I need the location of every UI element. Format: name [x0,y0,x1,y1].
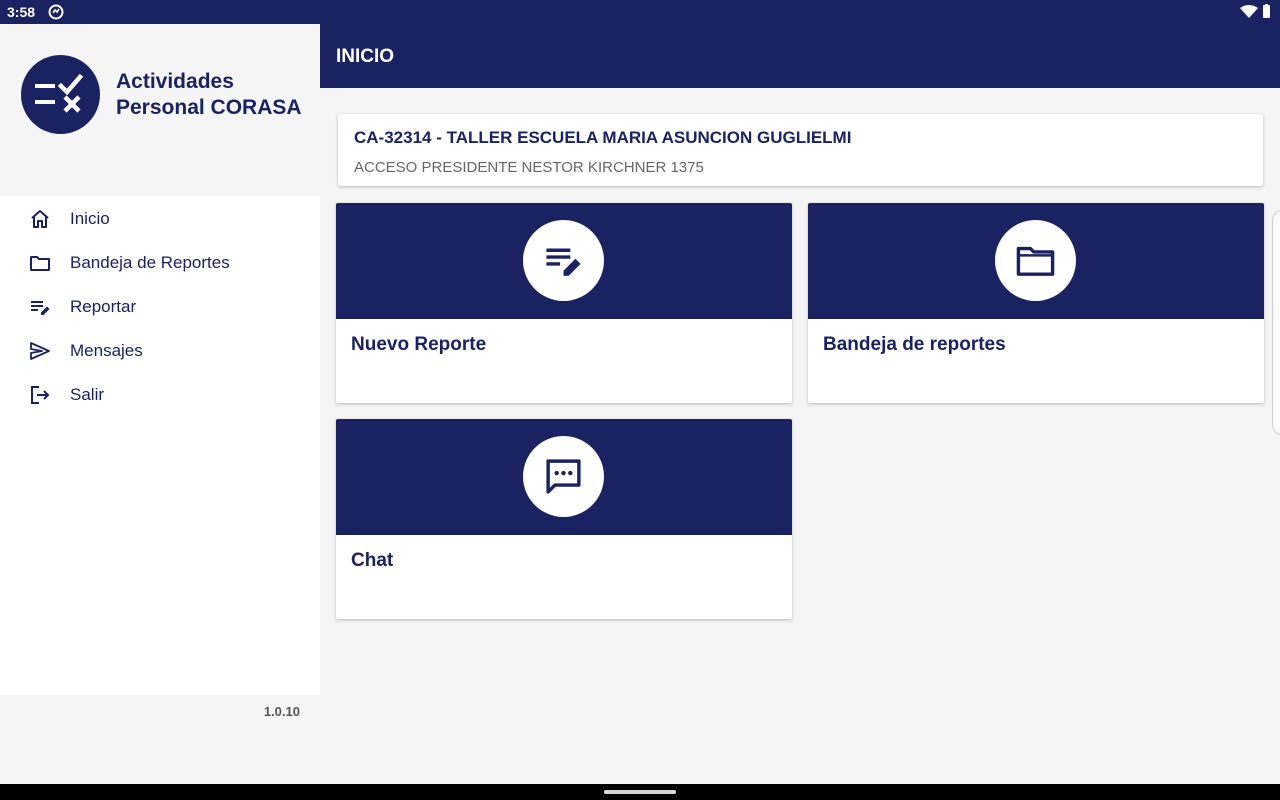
tile-label: Nuevo Reporte [351,334,487,355]
drawer-menu: Inicio Bandeja de Reportes Reportar Mens… [0,196,320,695]
logout-icon [31,386,50,404]
app-logo [21,55,100,134]
app-title-line1: Actividades [116,70,234,93]
app-title-line2: Personal CORASA [116,96,302,119]
app-version: 1.0.10 [263,704,300,719]
page-title: INICIO [336,46,395,67]
sidebar-item-reportar[interactable]: Reportar [0,285,320,329]
chat-icon [546,459,581,494]
sidebar-item-label: Salir [70,385,105,404]
wifi-battery-icon [1240,4,1270,18]
navigation-drawer: Actividades Personal CORASA Inicio Bande… [0,24,320,784]
tile-label: Bandeja de reportes [823,334,1006,355]
tile-banner [808,203,1264,319]
school-card: CA-32314 - TALLER ESCUELA MARIA ASUNCION… [338,114,1263,186]
drawer-header: Actividades Personal CORASA [0,24,320,196]
sidebar-item-label: Bandeja de Reportes [70,253,230,272]
status-bar: 3:58 [0,0,1280,24]
school-address: ACCESO PRESIDENTE NESTOR KIRCHNER 1375 [354,159,704,176]
tile-icon-circle [995,220,1076,301]
sidebar-item-inicio[interactable]: Inicio [0,197,320,241]
edge-panel-handle[interactable] [1272,210,1280,435]
tile-banner [336,203,792,319]
status-time: 3:58 [7,4,36,20]
sidebar-item-label: Mensajes [70,341,143,360]
chat-card[interactable]: Chat [336,419,792,619]
app-title: Actividades Personal CORASA [116,69,302,121]
home-icon [31,210,49,228]
tile-icon-circle [523,220,604,301]
tile-icon-circle [523,436,604,517]
edit-list-icon [31,301,50,315]
tile-banner [336,419,792,535]
bandeja-de-reportes-card[interactable]: Bandeja de reportes [808,203,1264,403]
send-icon [30,342,50,360]
top-app-bar: INICIO [320,24,1280,88]
sidebar-item-label: Reportar [70,297,137,316]
sidebar-item-label: Inicio [70,209,110,228]
edit-note-icon [546,248,581,276]
checklist-logo-icon [35,73,84,113]
sidebar-item-salir[interactable]: Salir [0,373,320,417]
app-notification-icon [48,4,64,20]
folder-icon [30,256,50,271]
home-gesture-handle[interactable] [604,790,676,794]
sidebar-item-mensajes[interactable]: Mensajes [0,329,320,373]
sidebar-item-bandeja-de-reportes[interactable]: Bandeja de Reportes [0,241,320,285]
folder-icon [1016,246,1055,276]
school-name: CA-32314 - TALLER ESCUELA MARIA ASUNCION… [354,128,852,147]
nuevo-reporte-card[interactable]: Nuevo Reporte [336,203,792,403]
tile-label: Chat [351,550,394,571]
